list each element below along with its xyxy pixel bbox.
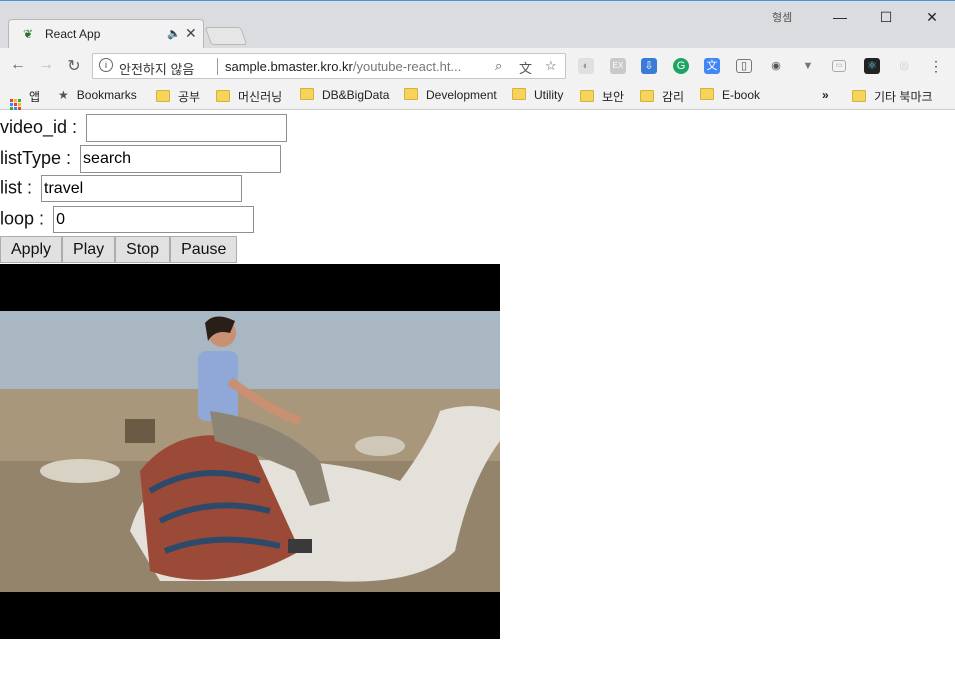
tab-title: React App	[45, 27, 101, 41]
bookmarks-bar: 앱 ★ Bookmarks 공부 머신러닝 DB&BigData Developm…	[0, 84, 955, 110]
bookmark-label: 기타 북마크	[874, 90, 933, 104]
download-extension-icon[interactable]: ⇩	[641, 58, 657, 74]
security-label: 안전하지 않음	[119, 62, 195, 77]
profile-name[interactable]: 형셈	[772, 9, 792, 25]
url-path: /youtube-react.ht...	[352, 59, 462, 74]
play-button[interactable]: Play	[62, 236, 116, 263]
address-separator	[217, 58, 218, 75]
bookmark-folder-utility[interactable]: Utility	[512, 88, 563, 102]
extension-icon[interactable]: ◐	[578, 58, 594, 74]
bookmark-label: 머신러닝	[238, 90, 283, 104]
page-content: video_id : listType : list : loop : Appl…	[0, 110, 955, 694]
list-type-input[interactable]	[80, 145, 282, 173]
url-host: sample.bmaster.kro.kr	[225, 59, 353, 74]
browser-tab[interactable]: ❦ React App 🔈 ✕	[8, 19, 204, 49]
reader-icon[interactable]: ▯	[736, 59, 752, 73]
folder-icon	[580, 90, 594, 102]
bookmark-folder-db[interactable]: DB&BigData	[300, 88, 389, 102]
bookmark-other[interactable]: 기타 북마크	[852, 88, 933, 105]
loop-label: loop :	[0, 208, 45, 229]
list-row: list :	[0, 175, 243, 202]
translate-icon[interactable]: 文	[519, 58, 532, 77]
extension-ex-icon[interactable]: EX	[610, 58, 626, 74]
bookmark-label: DB&BigData	[322, 88, 390, 102]
zoom-icon[interactable]: ⌕	[495, 58, 502, 74]
star-bookmark-icon[interactable]: ☆	[545, 58, 557, 74]
bookmark-label: Development	[426, 88, 497, 102]
bookmark-label: E-book	[722, 88, 761, 102]
folder-icon	[156, 90, 170, 102]
new-tab-button[interactable]	[204, 27, 248, 45]
bookmark-label: 감리	[662, 90, 685, 104]
bookmark-label: 앱	[29, 90, 41, 104]
video-id-input[interactable]	[86, 114, 288, 142]
loop-row: loop :	[0, 206, 255, 233]
info-icon[interactable]: i	[99, 58, 113, 72]
speaker-icon[interactable]: 🔈	[167, 27, 181, 40]
grammarly-icon[interactable]: G	[673, 58, 689, 74]
bookmarks-overflow-button[interactable]: »	[822, 88, 829, 102]
video-frame	[0, 311, 500, 592]
vue-icon[interactable]: ▼	[800, 58, 816, 74]
bookmark-label: Bookmarks	[76, 88, 137, 102]
loop-input[interactable]	[53, 206, 255, 233]
bookmark-folder-ml[interactable]: 머신러닝	[216, 88, 282, 105]
camel-rider-scene	[0, 311, 500, 592]
folder-icon	[700, 88, 714, 100]
bookmark-folder-development[interactable]: Development	[404, 88, 497, 102]
bookmark-folder-study[interactable]: 공부	[156, 88, 200, 105]
list-input[interactable]	[41, 175, 243, 202]
folder-icon	[852, 90, 866, 102]
url-text[interactable]: sample.bmaster.kro.kr/youtube-react.ht..…	[225, 59, 461, 74]
address-bar[interactable]: i 안전하지 않음 sample.bmaster.kro.kr/youtube-…	[92, 53, 566, 79]
chat-icon[interactable]: ◉	[768, 58, 784, 74]
stop-button[interactable]: Stop	[115, 236, 171, 263]
video-id-row: video_id :	[0, 114, 288, 142]
browser-titlebar: ❦ React App 🔈 ✕ 형셈 — ☐ ✕	[0, 0, 955, 49]
bookmark-label: Utility	[534, 88, 564, 102]
bookmark-folder-security[interactable]: 보안	[580, 88, 624, 105]
close-tab-icon[interactable]: ✕	[185, 25, 197, 42]
list-type-label: listType :	[0, 147, 72, 168]
reload-icon[interactable]: ↻	[64, 56, 84, 76]
forward-icon[interactable]: →	[36, 56, 56, 74]
bookmark-folder-ebook[interactable]: E-book	[700, 88, 760, 102]
player-controls: Apply Play Stop Pause	[0, 236, 238, 263]
list-label: list :	[0, 177, 33, 198]
browser-toolbar: ← → ↻ i 안전하지 않음 sample.bmaster.kro.kr/yo…	[0, 48, 955, 84]
bookmark-label: 보안	[602, 90, 625, 104]
google-translate-icon[interactable]: 文	[704, 58, 720, 74]
bookmark-bookmarks[interactable]: ★ Bookmarks	[58, 88, 137, 102]
list-type-row: listType :	[0, 145, 282, 173]
apply-button[interactable]: Apply	[0, 236, 63, 263]
back-icon[interactable]: ←	[8, 56, 28, 74]
react-app-favicon-icon: ❦	[23, 27, 34, 41]
apps-icon	[10, 99, 21, 110]
maximize-icon[interactable]: ☐	[864, 5, 908, 29]
bookmark-folder-audit[interactable]: 감리	[640, 88, 684, 105]
youtube-player[interactable]	[0, 264, 500, 639]
bookmark-label: 공부	[178, 90, 201, 104]
folder-icon	[512, 88, 526, 100]
video-id-label: video_id :	[0, 116, 78, 137]
bookmark-apps[interactable]: 앱	[10, 88, 40, 110]
folder-icon	[640, 90, 654, 102]
pause-button[interactable]: Pause	[170, 236, 238, 263]
star-icon: ★	[58, 88, 69, 102]
folder-icon	[300, 88, 314, 100]
folder-icon	[216, 90, 230, 102]
folder-icon	[404, 88, 418, 100]
window-close-icon[interactable]: ✕	[910, 5, 954, 29]
disabled-extension-icon[interactable]: ◎	[896, 58, 912, 74]
minimize-icon[interactable]: —	[818, 5, 862, 29]
cast-icon[interactable]: ▭	[832, 60, 846, 72]
menu-icon[interactable]: ⋮	[928, 58, 944, 74]
react-devtools-icon[interactable]: ⚛	[864, 58, 880, 74]
